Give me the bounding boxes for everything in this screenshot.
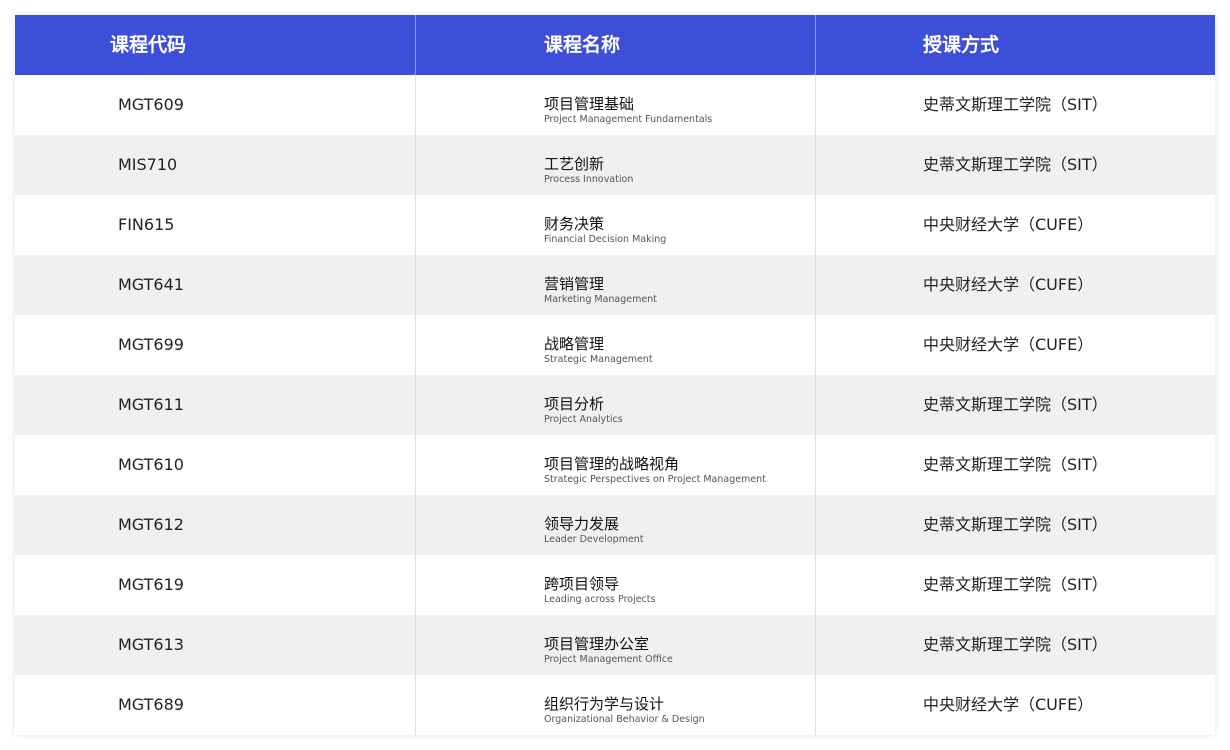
teaching-method: 中央财经大学（CUFE） [923, 335, 1094, 354]
code-cell: MGT611 [15, 375, 415, 435]
course-name-zh: 跨项目领导 [544, 575, 620, 593]
table-row: MGT619 跨项目领导 Leading across Projects 史蒂文斯理工… [15, 555, 1215, 615]
course-name-en: Project Management Fundamentals [544, 114, 713, 125]
name-cell: 跨项目领导 Leading across Projects [415, 555, 815, 615]
course-name-en: Process Innovation [544, 174, 634, 185]
name-cell: 项目分析 Project Analytics [415, 375, 815, 435]
method-cell: 史蒂文斯理工学院（SIT） [815, 135, 1215, 195]
course-code: MGT641 [118, 275, 184, 294]
code-cell: MGT689 [15, 675, 415, 735]
table-row: MGT612 领导力发展 Leader Development 史蒂文斯理工学院（SI… [15, 495, 1215, 555]
teaching-method: 中央财经大学（CUFE） [923, 695, 1094, 714]
header-course-code: 课程代码 [110, 34, 187, 56]
name-cell: 营销管理 Marketing Management [415, 255, 815, 315]
course-name-zh: 营销管理 [544, 275, 605, 293]
course-code: MGT610 [118, 455, 184, 474]
course-code: MGT613 [118, 635, 184, 654]
course-code: MGT619 [118, 575, 184, 594]
method-cell: 中央财经大学（CUFE） [815, 195, 1215, 255]
course-name-zh: 工艺创新 [544, 155, 605, 173]
table-row: MGT613 项目管理办公室 Project Management Office 史蒂… [15, 615, 1215, 675]
header-course-name: 课程名称 [544, 34, 621, 56]
header-teaching-method: 授课方式 [923, 34, 1000, 56]
method-cell: 史蒂文斯理工学院（SIT） [815, 375, 1215, 435]
course-name-en: Project Management Office [544, 654, 673, 665]
course-name-en: Project Analytics [544, 414, 623, 425]
table-row: MGT609 项目管理基础 Project Management Fundament… [15, 75, 1215, 135]
course-name-en: Organizational Behavior & Design [544, 714, 705, 725]
table-row: MGT610 项目管理的战略视角 Strategic Perspectives on… [15, 435, 1215, 495]
table-row: FIN615 财务决策 Financial Decision Making 中央财经大… [15, 195, 1215, 255]
code-cell: MGT610 [15, 435, 415, 495]
header-cell-method: 授课方式 [815, 15, 1215, 75]
code-cell: MGT619 [15, 555, 415, 615]
teaching-method: 史蒂文斯理工学院（SIT） [923, 575, 1108, 594]
table-body: MGT609 项目管理基础 Project Management Fundament… [15, 75, 1215, 735]
course-name-zh: 领导力发展 [544, 515, 620, 533]
code-cell: MGT613 [15, 615, 415, 675]
course-code: MGT609 [118, 95, 184, 114]
code-cell: MGT609 [15, 75, 415, 135]
method-cell: 史蒂文斯理工学院（SIT） [815, 555, 1215, 615]
course-code: MGT689 [118, 695, 184, 714]
code-cell: MIS710 [15, 135, 415, 195]
course-code: MGT699 [118, 335, 184, 354]
course-name-en: Strategic Management [544, 354, 653, 365]
name-cell: 工艺创新 Process Innovation [415, 135, 815, 195]
teaching-method: 史蒂文斯理工学院（SIT） [923, 635, 1108, 654]
course-code: MIS710 [118, 155, 178, 174]
course-name-zh: 项目管理办公室 [544, 635, 650, 653]
method-cell: 中央财经大学（CUFE） [815, 255, 1215, 315]
course-code: FIN615 [118, 215, 175, 234]
code-cell: MGT699 [15, 315, 415, 375]
name-cell: 战略管理 Strategic Management [415, 315, 815, 375]
course-name-zh: 战略管理 [544, 335, 605, 353]
course-name-en: Marketing Management [544, 294, 657, 305]
code-cell: MGT612 [15, 495, 415, 555]
method-cell: 史蒂文斯理工学院（SIT） [815, 495, 1215, 555]
name-cell: 项目管理的战略视角 Strategic Perspectives on Proje… [415, 435, 815, 495]
method-cell: 史蒂文斯理工学院（SIT） [815, 435, 1215, 495]
teaching-method: 史蒂文斯理工学院（SIT） [923, 455, 1108, 474]
course-name-zh: 组织行为学与设计 [544, 695, 665, 713]
name-cell: 项目管理基础 Project Management Fundamentals [415, 75, 815, 135]
code-cell: MGT641 [15, 255, 415, 315]
course-name-en: Strategic Perspectives on Project Manage… [544, 474, 766, 485]
method-cell: 史蒂文斯理工学院（SIT） [815, 75, 1215, 135]
code-cell: FIN615 [15, 195, 415, 255]
method-cell: 中央财经大学（CUFE） [815, 675, 1215, 735]
method-cell: 史蒂文斯理工学院（SIT） [815, 615, 1215, 675]
course-name-en: Financial Decision Making [544, 234, 667, 245]
course-table: 课程代码 课程名称 授课方式 MGT609 项目管理基础 Project Manag… [15, 15, 1215, 735]
name-cell: 项目管理办公室 Project Management Office [415, 615, 815, 675]
name-cell: 财务决策 Financial Decision Making [415, 195, 815, 255]
table-row: MGT641 营销管理 Marketing Management 中央财经大学（CUF… [15, 255, 1215, 315]
header-cell-name: 课程名称 [415, 15, 815, 75]
course-name-en: Leader Development [544, 534, 644, 545]
table-row: MGT611 项目分析 Project Analytics 史蒂文斯理工学院（SIT） [15, 375, 1215, 435]
name-cell: 组织行为学与设计 Organizational Behavior & Design [415, 675, 815, 735]
name-cell: 领导力发展 Leader Development [415, 495, 815, 555]
course-name-zh: 项目管理基础 [544, 95, 635, 113]
course-code: MGT612 [118, 515, 184, 534]
course-name-en: Leading across Projects [544, 594, 656, 605]
teaching-method: 史蒂文斯理工学院（SIT） [923, 395, 1108, 414]
table-row: MGT689 组织行为学与设计 Organizational Behavior & … [15, 675, 1215, 735]
course-name-zh: 项目管理的战略视角 [544, 455, 680, 473]
method-cell: 中央财经大学（CUFE） [815, 315, 1215, 375]
course-code: MGT611 [118, 395, 184, 414]
table-row: MGT699 战略管理 Strategic Management 中央财经大学（CUF… [15, 315, 1215, 375]
teaching-method: 中央财经大学（CUFE） [923, 215, 1094, 234]
header-cell-code: 课程代码 [15, 15, 415, 75]
teaching-method: 史蒂文斯理工学院（SIT） [923, 95, 1108, 114]
teaching-method: 中央财经大学（CUFE） [923, 275, 1094, 294]
teaching-method: 史蒂文斯理工学院（SIT） [923, 515, 1108, 534]
teaching-method: 史蒂文斯理工学院（SIT） [923, 155, 1108, 174]
table-header: 课程代码 课程名称 授课方式 [15, 15, 1215, 75]
course-name-zh: 财务决策 [544, 215, 605, 233]
table-row: MIS710 工艺创新 Process Innovation 史蒂文斯理工学院（SIT… [15, 135, 1215, 195]
course-name-zh: 项目分析 [544, 395, 605, 413]
